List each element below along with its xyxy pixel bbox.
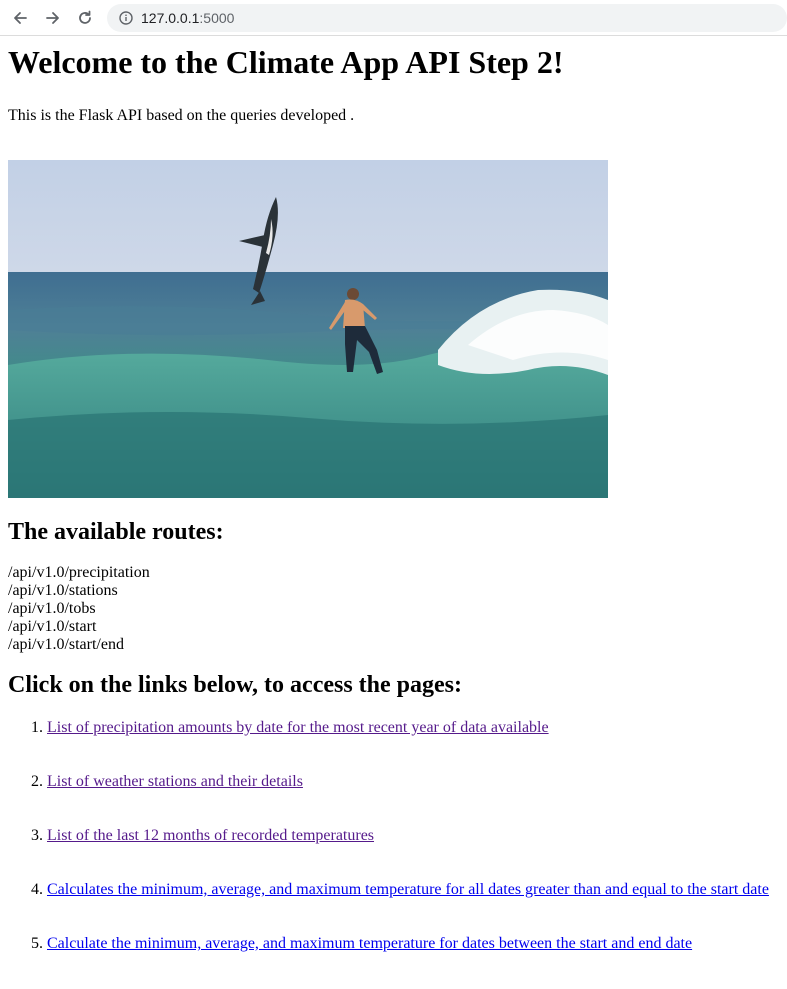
- info-icon[interactable]: [119, 11, 133, 25]
- browser-toolbar: 127.0.0.1:5000: [0, 0, 787, 36]
- forward-arrow-icon[interactable]: [42, 7, 64, 29]
- route-item: /api/v1.0/start: [8, 618, 97, 635]
- links-list: List of precipitation amounts by date fo…: [8, 719, 787, 989]
- routes-heading: The available routes:: [8, 519, 224, 545]
- list-item: Calculates the minimum, average, and max…: [47, 881, 787, 935]
- url-host: 127.0.0.1: [141, 10, 200, 26]
- back-arrow-icon[interactable]: [9, 7, 31, 29]
- intro-text: This is the Flask API based on the queri…: [8, 107, 355, 124]
- link-start[interactable]: Calculates the minimum, average, and max…: [47, 881, 769, 898]
- list-item: Calculate the minimum, average, and maxi…: [47, 935, 787, 989]
- link-stations[interactable]: List of weather stations and their detai…: [47, 773, 303, 790]
- url-text: 127.0.0.1:5000: [141, 10, 234, 26]
- list-item: List of the last 12 months of recorded t…: [47, 827, 787, 881]
- link-tobs[interactable]: List of the last 12 months of recorded t…: [47, 827, 374, 844]
- list-item: List of precipitation amounts by date fo…: [47, 719, 787, 773]
- surfer-shark-photo: [8, 160, 608, 498]
- list-item: List of weather stations and their detai…: [47, 773, 787, 827]
- route-item: /api/v1.0/tobs: [8, 600, 96, 617]
- route-item: /api/v1.0/stations: [8, 582, 118, 599]
- routes-list: /api/v1.0/precipitation /api/v1.0/statio…: [8, 564, 787, 654]
- url-port: :5000: [199, 10, 235, 26]
- route-item: /api/v1.0/precipitation: [8, 564, 150, 581]
- page-content: Welcome to the Climate App API Step 2! T…: [8, 36, 787, 989]
- route-item: /api/v1.0/start/end: [8, 636, 124, 653]
- reload-icon[interactable]: [74, 7, 96, 29]
- links-heading: Click on the links below, to access the …: [8, 672, 463, 698]
- page-title: Welcome to the Climate App API Step 2!: [8, 44, 564, 80]
- link-start-end[interactable]: Calculate the minimum, average, and maxi…: [47, 935, 692, 952]
- address-bar[interactable]: 127.0.0.1:5000: [107, 4, 787, 32]
- link-precipitation[interactable]: List of precipitation amounts by date fo…: [47, 719, 549, 736]
